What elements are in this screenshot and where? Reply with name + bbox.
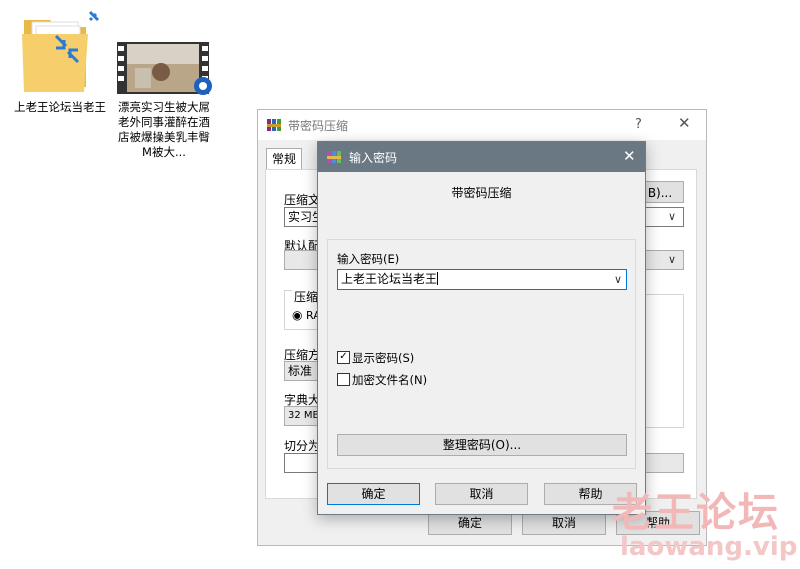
organize-passwords-label: 整理密码(O)... bbox=[442, 438, 522, 452]
winrar-app-icon bbox=[327, 151, 341, 163]
help-title-button[interactable]: ? bbox=[635, 117, 642, 132]
password-dialog-heading: 带密码压缩 bbox=[451, 186, 512, 200]
watermark-text: 老王论坛 bbox=[612, 490, 780, 536]
password-dialog-titlebar[interactable]: 输入密码 ✕ bbox=[318, 142, 645, 172]
profile-chevron-icon[interactable]: ∨ bbox=[668, 253, 676, 266]
archive-cancel-label: 取消 bbox=[551, 516, 576, 530]
split-label: 切分为 bbox=[284, 439, 321, 453]
video-thumbnail-icon bbox=[117, 42, 212, 95]
format-group-label: 压缩 bbox=[292, 288, 321, 305]
enter-password-dialog: 输入密码 ✕ 带密码压缩 输入密码(E) 上老王论坛当老王 ∨ ✓ 显示密码(S… bbox=[317, 141, 646, 515]
show-password-label[interactable]: 显示密码(S) bbox=[352, 350, 414, 366]
tab-general-label: 常规 bbox=[271, 152, 296, 166]
archive-name-chevron-icon[interactable]: ∨ bbox=[668, 210, 676, 223]
close-icon[interactable]: ✕ bbox=[623, 147, 636, 165]
password-label: 输入密码(E) bbox=[337, 252, 400, 266]
archive-ok-label: 确定 bbox=[457, 516, 482, 530]
text-cursor bbox=[437, 272, 439, 285]
format-radio-icon[interactable]: ◉ bbox=[292, 308, 302, 322]
show-password-checkbox[interactable]: ✓ bbox=[337, 351, 350, 364]
winrar-app-icon bbox=[267, 119, 281, 131]
archive-dialog-titlebar[interactable]: 带密码压缩 ? ✕ bbox=[258, 110, 706, 140]
close-title-button[interactable]: ✕ bbox=[678, 114, 691, 132]
tab-general[interactable]: 常规 bbox=[266, 148, 302, 170]
password-ok-button[interactable]: 确定 bbox=[327, 483, 420, 505]
password-ok-label: 确定 bbox=[361, 487, 386, 501]
password-value: 上老王论坛当老王 bbox=[341, 272, 438, 286]
archive-name-label: 压缩文 bbox=[284, 193, 321, 207]
method-value: 标准 bbox=[288, 364, 313, 378]
password-history-chevron-icon[interactable]: ∨ bbox=[614, 273, 622, 286]
password-help-label: 帮助 bbox=[578, 487, 603, 501]
dict-value: 32 MB bbox=[288, 410, 320, 421]
password-dialog-title: 输入密码 bbox=[349, 151, 398, 165]
password-cancel-label: 取消 bbox=[469, 487, 494, 501]
folder-desktop-icon[interactable]: 上老王论坛当老王 bbox=[14, 6, 108, 136]
folder-label: 上老王论坛当老王 bbox=[14, 100, 106, 114]
password-input[interactable]: 上老王论坛当老王 bbox=[337, 269, 627, 290]
video-label: 漂亮实习生被大屌老外同事灌醉在酒店被爆操美乳丰臀M被大... bbox=[118, 100, 210, 159]
password-cancel-button[interactable]: 取消 bbox=[435, 483, 528, 505]
video-desktop-icon[interactable]: 漂亮实习生被大屌老外同事灌醉在酒店被爆操美乳丰臀M被大... bbox=[113, 38, 213, 168]
archive-dialog-title: 带密码压缩 bbox=[288, 119, 349, 133]
browse-button-label: B)... bbox=[647, 186, 673, 200]
encrypt-filenames-checkbox[interactable] bbox=[337, 373, 350, 386]
organize-passwords-button[interactable]: 整理密码(O)... bbox=[337, 434, 627, 456]
folder-icon bbox=[22, 10, 100, 92]
watermark-url: laowang.vip bbox=[620, 532, 798, 562]
encrypt-filenames-label[interactable]: 加密文件名(N) bbox=[352, 372, 427, 388]
